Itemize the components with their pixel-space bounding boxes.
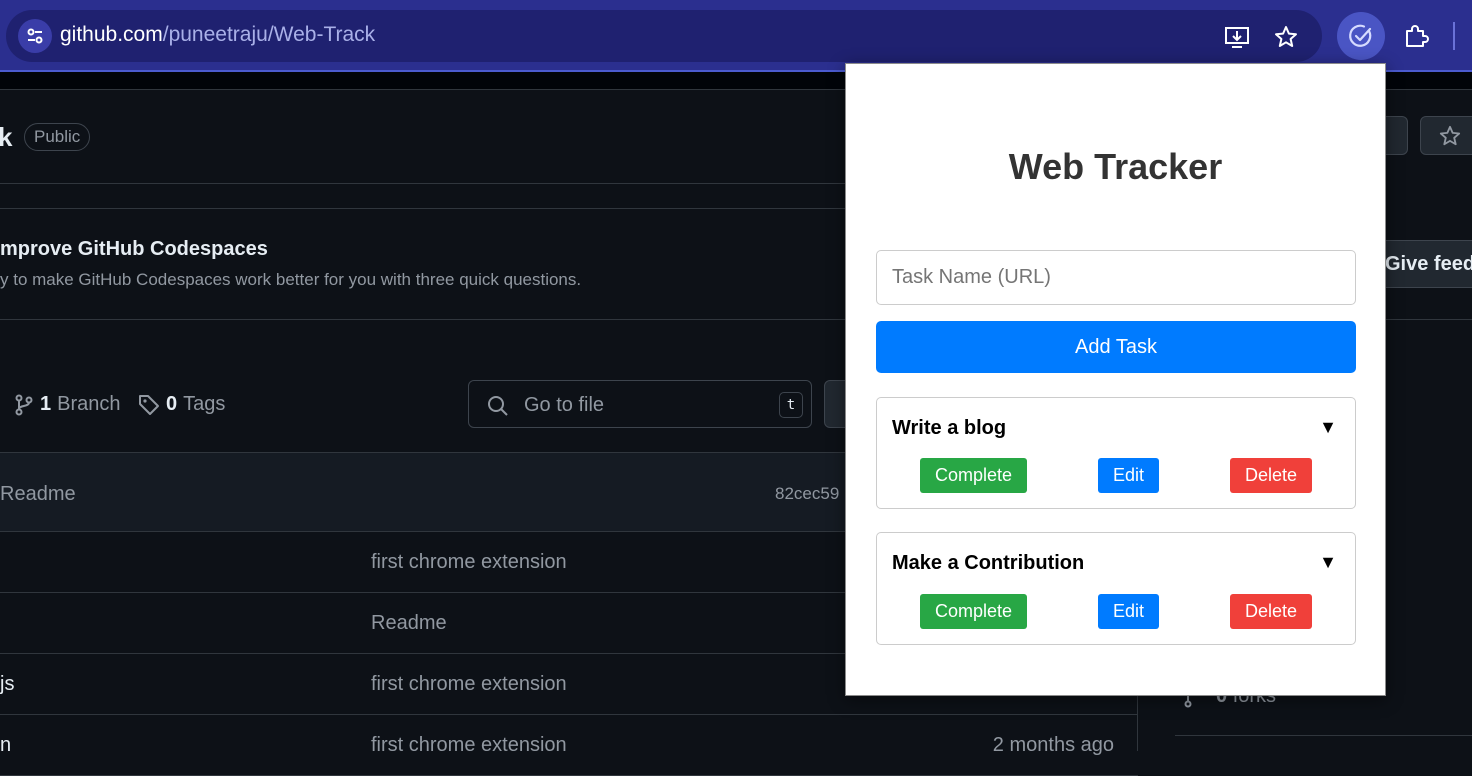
file-row[interactable]: n first chrome extension 2 months ago (0, 715, 1138, 776)
bookmark-star-icon[interactable] (1273, 24, 1299, 50)
edit-button[interactable]: Edit (1098, 594, 1159, 629)
task-name: Make a Contribution (892, 552, 1085, 574)
divider (0, 319, 845, 320)
branch-count: 1 (40, 393, 52, 415)
survey-title: mprove GitHub Codespaces (0, 238, 268, 260)
go-to-file-placeholder: Go to file (524, 394, 605, 416)
edit-button[interactable]: Edit (1098, 458, 1159, 493)
web-tracker-extension-icon[interactable] (1337, 12, 1385, 60)
expand-caret-icon[interactable]: ▼ (1319, 417, 1337, 438)
site-info-icon[interactable] (18, 19, 52, 53)
search-icon (488, 396, 508, 416)
url-host: github.com (60, 23, 163, 46)
delete-button[interactable]: Delete (1230, 458, 1312, 493)
file-commit-message[interactable]: first chrome extension (371, 551, 567, 574)
divider (1175, 735, 1472, 736)
web-tracker-popup: Web Tracker Add Task Write a blog ▼ Comp… (845, 63, 1386, 696)
complete-button[interactable]: Complete (920, 594, 1027, 629)
url-path: /puneetraju/Web-Track (162, 23, 376, 46)
branch-icon (15, 394, 33, 415)
survey-subtitle: y to make GitHub Codespaces work better … (0, 270, 582, 289)
file-name[interactable]: js (0, 673, 14, 696)
tags-label: Tags (183, 393, 226, 415)
divider (0, 208, 845, 209)
file-commit-message[interactable]: first chrome extension (371, 734, 567, 757)
repo-name[interactable]: k (0, 122, 12, 153)
task-name-input[interactable] (876, 250, 1356, 305)
divider (1386, 319, 1472, 320)
star-icon (1439, 125, 1461, 145)
url-text[interactable]: github.com/puneetraju/Web-Track (60, 23, 375, 47)
delete-button[interactable]: Delete (1230, 594, 1312, 629)
give-feedback-button[interactable]: Give feedl (1376, 240, 1472, 288)
tag-icon (139, 394, 159, 415)
tags-count: 0 (166, 393, 178, 415)
star-button[interactable] (1420, 116, 1472, 155)
task-name: Write a blog (892, 417, 1007, 439)
keyboard-shortcut-hint: t (779, 392, 803, 418)
popup-title: Web Tracker (1008, 146, 1223, 187)
browser-toolbar: github.com/puneetraju/Web-Track (0, 0, 1472, 72)
task-card: Write a blog ▼ Complete Edit Delete (876, 397, 1356, 509)
expand-caret-icon[interactable]: ▼ (1319, 552, 1337, 573)
divider (0, 183, 845, 184)
branch-label: Branch (57, 393, 121, 415)
task-card: Make a Contribution ▼ Complete Edit Dele… (876, 532, 1356, 645)
add-task-button[interactable]: Add Task (876, 321, 1356, 373)
latest-commit-hash[interactable]: 82cec59 (775, 484, 839, 504)
visibility-badge: Public (24, 123, 91, 151)
go-to-file-input[interactable]: Go to file t (468, 380, 812, 428)
file-commit-message[interactable]: Readme (371, 612, 447, 635)
file-name[interactable]: n (0, 734, 11, 757)
file-commit-age: 2 months ago (992, 734, 1114, 756)
complete-button[interactable]: Complete (920, 458, 1027, 493)
toolbar-divider (1453, 22, 1455, 50)
branches-link[interactable]: 1 Branch (14, 393, 121, 416)
extensions-puzzle-icon[interactable] (1392, 12, 1440, 60)
address-bar[interactable]: github.com/puneetraju/Web-Track (6, 10, 1322, 62)
latest-commit-message[interactable]: Readme (0, 483, 76, 506)
install-app-icon[interactable] (1224, 24, 1250, 50)
tags-link[interactable]: 0 Tags (138, 393, 225, 416)
file-commit-message[interactable]: first chrome extension (371, 673, 567, 696)
